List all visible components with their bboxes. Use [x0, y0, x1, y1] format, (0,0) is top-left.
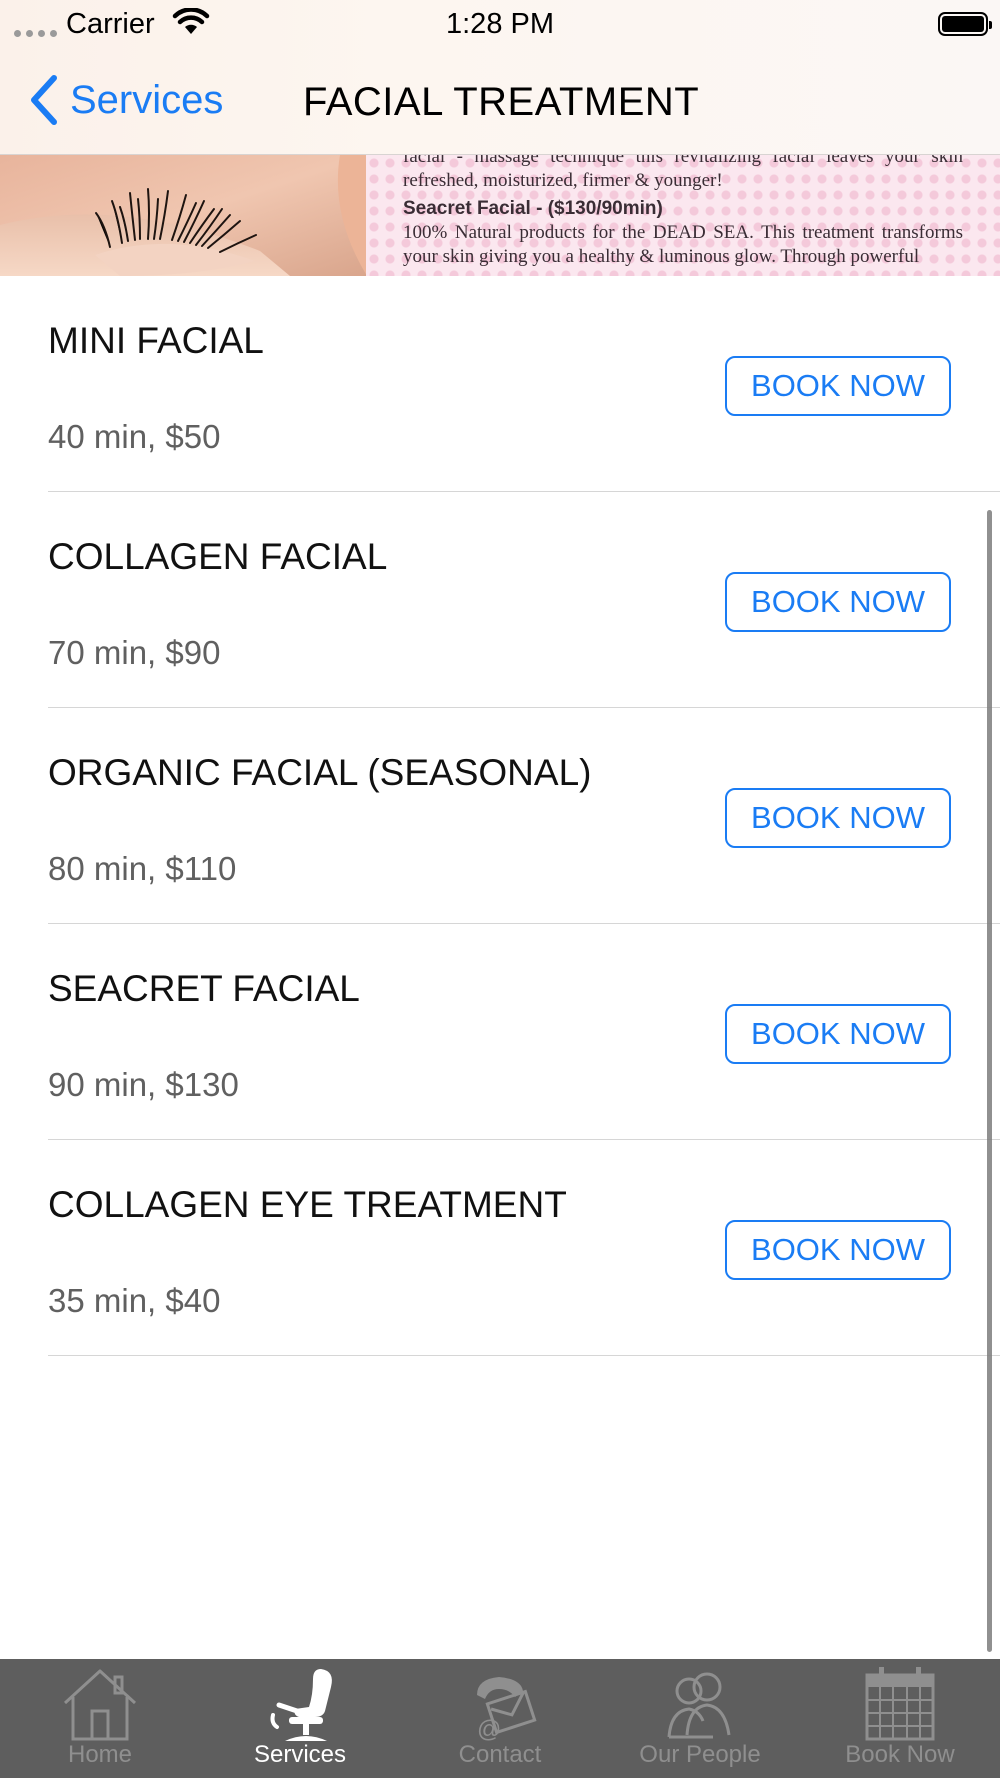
service-duration-price: 40 min, $50 — [48, 418, 221, 455]
book-now-button[interactable]: BOOK NOW — [725, 1220, 951, 1280]
promo-heading: Seacret Facial - ($130/90min) — [403, 198, 663, 219]
service-duration-price: 35 min, $40 — [48, 1282, 221, 1319]
svg-text:@: @ — [477, 1716, 501, 1743]
chevron-left-icon — [31, 75, 57, 125]
back-button[interactable]: Services — [28, 74, 223, 126]
tab-book-now-label: Book Now — [845, 1741, 955, 1768]
tab-our-people[interactable]: Our People — [600, 1659, 800, 1778]
book-now-button[interactable]: BOOK NOW — [725, 788, 951, 848]
phone-mail-icon: @ — [477, 1677, 537, 1743]
vertical-scrollbar[interactable] — [987, 510, 992, 1652]
navigation-header: Carrier 1:28 PM Services FACIAL TREATMEN… — [0, 0, 1000, 155]
service-name: COLLAGEN FACIAL — [48, 536, 388, 577]
book-now-button[interactable]: BOOK NOW — [725, 1004, 951, 1064]
service-name: SEACRET FACIAL — [48, 968, 360, 1009]
service-name: ORGANIC FACIAL (SEASONAL) — [48, 752, 592, 793]
people-icon — [667, 1672, 731, 1739]
tab-contact[interactable]: @ Contact — [400, 1659, 600, 1778]
promo-text-panel: facial - massage technique this revitali… — [366, 155, 1000, 276]
list-item: COLLAGEN EYE TREATMENT 35 min, $40 BOOK … — [0, 1140, 1000, 1356]
calendar-icon — [865, 1667, 935, 1741]
service-name: COLLAGEN EYE TREATMENT — [48, 1184, 567, 1225]
tab-contact-label: Contact — [458, 1741, 542, 1768]
list-item: ORGANIC FACIAL (SEASONAL) 80 min, $110 B… — [0, 708, 1000, 924]
promo-banner: facial - massage technique this revitali… — [0, 155, 1000, 276]
closed-eye-photo — [0, 155, 367, 276]
tab-services[interactable]: Services — [200, 1659, 400, 1778]
tab-services-label: Services — [253, 1741, 347, 1768]
back-button-label: Services — [70, 77, 224, 122]
book-now-button[interactable]: BOOK NOW — [725, 572, 951, 632]
service-name: MINI FACIAL — [48, 320, 264, 361]
row-divider — [48, 1355, 1000, 1356]
tab-bar: Home Services @ Contact Our People Book … — [0, 1659, 1000, 1778]
list-item: COLLAGEN FACIAL 70 min, $90 BOOK NOW — [0, 492, 1000, 708]
clock-time: 1:28 PM — [446, 8, 554, 40]
promo-description: 100% Natural products for the DEAD SEA. … — [403, 222, 963, 267]
promo-description: facial - massage technique this revitali… — [403, 155, 963, 191]
book-now-button[interactable]: BOOK NOW — [725, 356, 951, 416]
salon-chair-icon — [270, 1669, 332, 1741]
list-item: SEACRET FACIAL 90 min, $130 BOOK NOW — [0, 924, 1000, 1140]
tab-book-now[interactable]: Book Now — [800, 1659, 1000, 1778]
home-icon — [63, 1669, 137, 1741]
list-item: MINI FACIAL 40 min, $50 BOOK NOW — [0, 276, 1000, 492]
service-duration-price: 80 min, $110 — [48, 850, 237, 887]
battery-icon — [938, 12, 992, 36]
service-list: MINI FACIAL 40 min, $50 BOOK NOW COLLAGE… — [0, 276, 1000, 1356]
service-duration-price: 90 min, $130 — [48, 1066, 239, 1103]
service-duration-price: 70 min, $90 — [48, 634, 221, 671]
tab-our-people-label: Our People — [639, 1741, 761, 1768]
tab-home[interactable]: Home — [0, 1659, 200, 1778]
status-bar: Carrier 1:28 PM — [0, 0, 1000, 48]
tab-home-label: Home — [67, 1741, 133, 1768]
page-title: FACIAL TREATMENT — [303, 80, 700, 124]
